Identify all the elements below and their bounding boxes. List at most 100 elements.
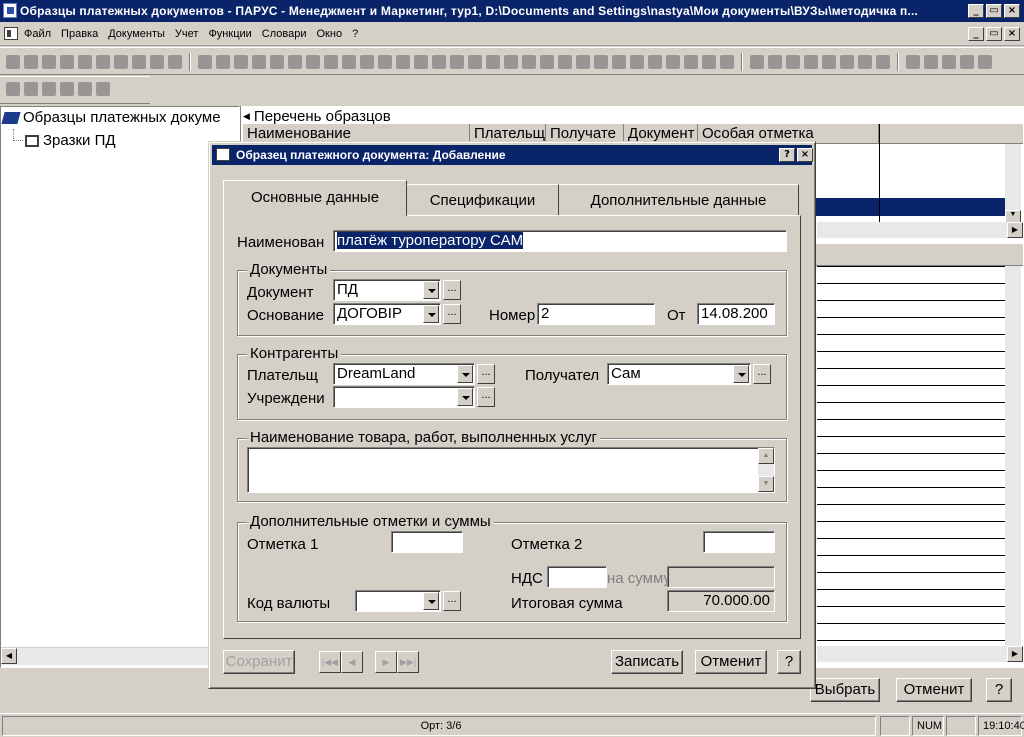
toolbar-tool-icon[interactable] xyxy=(324,55,338,69)
toolbar-tool-icon[interactable] xyxy=(270,55,284,69)
toolbar-tool-icon[interactable] xyxy=(504,55,518,69)
toolbar-tool-icon[interactable] xyxy=(150,55,164,69)
tab-main-data[interactable]: Основные данные xyxy=(223,180,407,216)
toolbar-tool-icon[interactable] xyxy=(558,55,572,69)
toolbar-tool-icon[interactable] xyxy=(78,82,92,96)
toolbar-tool-icon[interactable] xyxy=(132,55,146,69)
basis-select[interactable]: ДОГОВІР xyxy=(333,303,441,325)
toolbar-tool-icon[interactable] xyxy=(684,55,698,69)
toolbar-tool-icon[interactable] xyxy=(576,55,590,69)
toolbar-tool-icon[interactable] xyxy=(594,55,608,69)
chevron-down-icon[interactable] xyxy=(457,388,473,406)
select-button[interactable]: Выбрать xyxy=(810,678,880,702)
name-field[interactable]: платёж туроператору САМ xyxy=(333,230,787,252)
basis-lookup-button[interactable]: ... xyxy=(443,304,461,324)
scroll-up-icon[interactable]: ▲ xyxy=(758,448,774,464)
menu-file[interactable]: Файл xyxy=(4,28,56,40)
tree-root-item[interactable]: Образцы платежных докуме xyxy=(1,109,221,126)
toolbar-tool-icon[interactable] xyxy=(666,55,680,69)
chevron-down-icon[interactable] xyxy=(423,305,439,323)
scroll-left-icon[interactable]: ◀ xyxy=(1,648,17,664)
scroll-down-icon[interactable]: ▼ xyxy=(758,476,774,492)
minimize-button[interactable]: _ xyxy=(968,4,984,18)
write-button[interactable]: Записать xyxy=(611,650,683,674)
toolbar-tool-icon[interactable] xyxy=(906,55,920,69)
toolbar-tool-icon[interactable] xyxy=(96,55,110,69)
chevron-down-icon[interactable] xyxy=(457,365,473,383)
menu-edit[interactable]: Правка xyxy=(56,28,103,40)
save-button[interactable]: Сохранит xyxy=(223,650,295,674)
toolbar-tool-icon[interactable] xyxy=(702,55,716,69)
toolbar-tool-icon[interactable] xyxy=(234,55,248,69)
top-hscrollbar[interactable]: ▶ xyxy=(817,222,1023,238)
recipient-select[interactable]: Сам xyxy=(607,363,751,385)
first-record-icon[interactable]: |◀◀ xyxy=(319,651,341,673)
lower-vscrollbar[interactable] xyxy=(1005,266,1021,646)
toolbar-tool-icon[interactable] xyxy=(216,55,230,69)
menu-documents[interactable]: Документы xyxy=(103,28,170,40)
prev-record-icon[interactable]: ◀ xyxy=(341,651,363,673)
toolbar-tool-icon[interactable] xyxy=(720,55,734,69)
menu-functions[interactable]: Функции xyxy=(203,28,256,40)
toolbar-tool-icon[interactable] xyxy=(42,82,56,96)
institution-lookup-button[interactable]: ... xyxy=(477,387,495,407)
toolbar-tool-icon[interactable] xyxy=(342,55,356,69)
toolbar-tool-icon[interactable] xyxy=(378,55,392,69)
dialog-help-button[interactable]: ? xyxy=(777,650,801,674)
number-field[interactable]: 2 xyxy=(537,303,655,325)
toolbar-tool-icon[interactable] xyxy=(540,55,554,69)
mdi-minimize-button[interactable]: _ xyxy=(968,27,984,41)
toolbar-tool-icon[interactable] xyxy=(822,55,836,69)
chevron-down-icon[interactable] xyxy=(423,281,439,299)
chevron-down-icon[interactable] xyxy=(733,365,749,383)
toolbar-tool-icon[interactable] xyxy=(24,82,38,96)
toolbar-tool-icon[interactable] xyxy=(24,55,38,69)
collapse-icon[interactable]: ◀ xyxy=(243,111,250,122)
last-record-icon[interactable]: ▶▶| xyxy=(397,651,419,673)
toolbar-tool-icon[interactable] xyxy=(96,82,110,96)
payer-lookup-button[interactable]: ... xyxy=(477,364,495,384)
chevron-down-icon[interactable] xyxy=(423,592,439,610)
toolbar-tool-icon[interactable] xyxy=(114,55,128,69)
tree-child-item[interactable]: Зразки ПД xyxy=(25,132,116,149)
top-vscrollbar[interactable]: ▼ xyxy=(1005,144,1021,224)
toolbar-tool-icon[interactable] xyxy=(60,82,74,96)
toolbar-tool-icon[interactable] xyxy=(522,55,536,69)
close-button[interactable]: × xyxy=(1004,4,1020,18)
toolbar-tool-icon[interactable] xyxy=(288,55,302,69)
main-cancel-button[interactable]: Отменит xyxy=(896,678,972,702)
toolbar-tool-icon[interactable] xyxy=(252,55,266,69)
toolbar-tool-icon[interactable] xyxy=(858,55,872,69)
main-help-button[interactable]: ? xyxy=(986,678,1012,702)
toolbar-tool-icon[interactable] xyxy=(78,55,92,69)
document-lookup-button[interactable]: ... xyxy=(443,280,461,300)
toolbar-tool-icon[interactable] xyxy=(924,55,938,69)
toolbar-tool-icon[interactable] xyxy=(840,55,854,69)
toolbar-tool-icon[interactable] xyxy=(6,55,20,69)
recipient-lookup-button[interactable]: ... xyxy=(753,364,771,384)
toolbar-tool-icon[interactable] xyxy=(396,55,410,69)
toolbar-tool-icon[interactable] xyxy=(786,55,800,69)
currency-select[interactable] xyxy=(355,590,441,612)
document-select[interactable]: ПД xyxy=(333,279,441,301)
mdi-close-button[interactable]: × xyxy=(1004,27,1020,41)
toolbar-tool-icon[interactable] xyxy=(60,55,74,69)
toolbar-tool-icon[interactable] xyxy=(42,55,56,69)
goods-textarea[interactable]: ▲ ▼ xyxy=(247,447,775,493)
scroll-right-icon-2[interactable]: ▶ xyxy=(1007,646,1023,662)
toolbar-tool-icon[interactable] xyxy=(306,55,320,69)
menu-dictionaries[interactable]: Словари xyxy=(257,28,312,40)
toolbar-tool-icon[interactable] xyxy=(612,55,626,69)
currency-lookup-button[interactable]: ... xyxy=(443,591,461,611)
toolbar-tool-icon[interactable] xyxy=(450,55,464,69)
app-icon[interactable] xyxy=(3,3,17,18)
toolbar-tool-icon[interactable] xyxy=(468,55,482,69)
tab-additional-data[interactable]: Дополнительные данные xyxy=(559,184,799,216)
vat-field[interactable] xyxy=(547,566,607,588)
toolbar-tool-icon[interactable] xyxy=(198,55,212,69)
dialog-close-button[interactable]: × xyxy=(797,148,813,162)
lower-hscrollbar[interactable]: ▶ xyxy=(817,646,1023,662)
toolbar-tool-icon[interactable] xyxy=(768,55,782,69)
toolbar-tool-icon[interactable] xyxy=(750,55,764,69)
menu-help[interactable]: ? xyxy=(347,28,363,40)
